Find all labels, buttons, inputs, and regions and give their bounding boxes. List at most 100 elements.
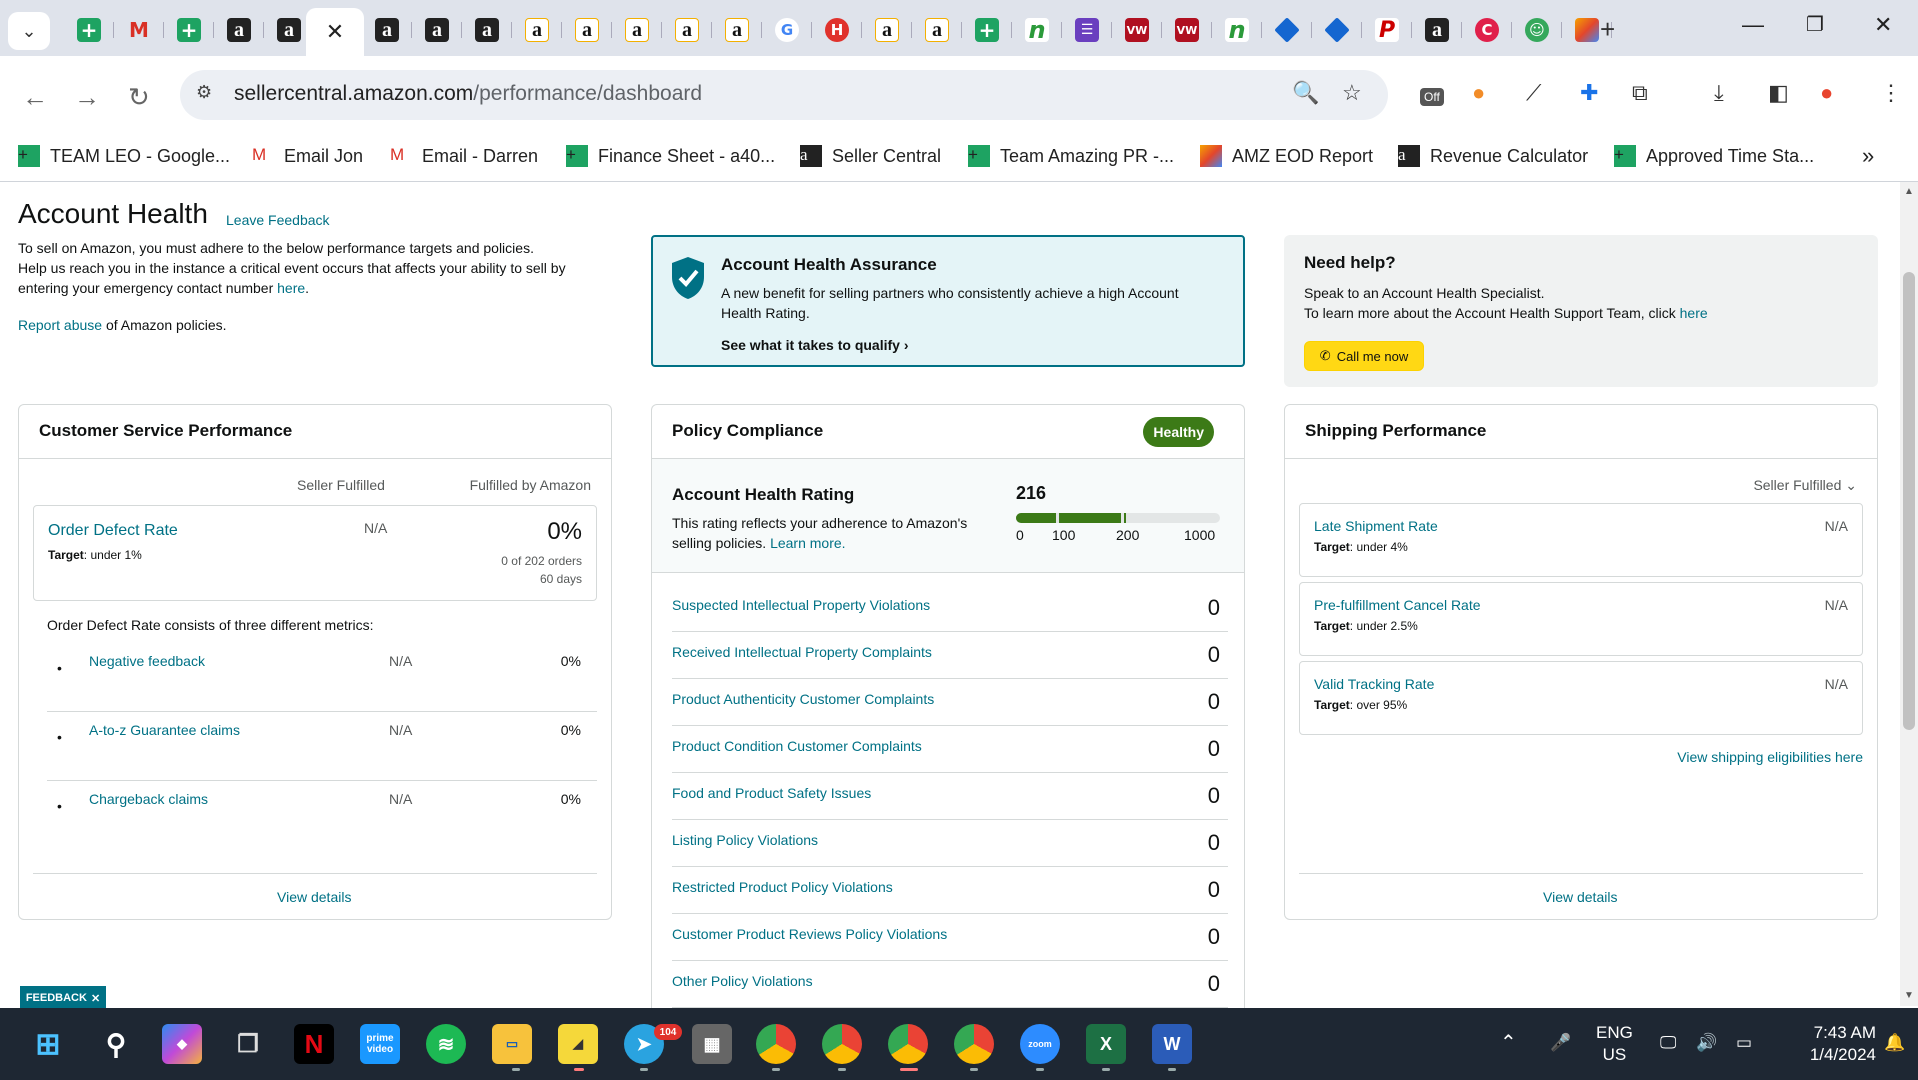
bookmark-star-icon[interactable]: ☆ bbox=[1342, 80, 1362, 106]
scroll-thumb[interactable] bbox=[1903, 272, 1915, 730]
learn-more-link[interactable]: Learn more. bbox=[770, 535, 845, 551]
task-view-icon[interactable]: ❐ bbox=[228, 1024, 268, 1064]
bookmark[interactable]: + Finance Sheet - a40... bbox=[566, 138, 775, 174]
site-info-icon[interactable]: ⚙ bbox=[196, 82, 212, 103]
tab[interactable]: n bbox=[1212, 12, 1262, 48]
battery-icon[interactable]: ▭ bbox=[1736, 1032, 1752, 1054]
qualify-link[interactable]: See what it takes to qualify › bbox=[721, 337, 909, 353]
metric-link[interactable]: Pre-fulfillment Cancel Rate bbox=[1314, 597, 1481, 613]
copilot-icon[interactable]: ◆ bbox=[162, 1024, 202, 1064]
metric-link[interactable]: Negative feedback bbox=[89, 653, 205, 669]
back-button[interactable]: ← bbox=[22, 82, 48, 113]
page-scrollbar[interactable]: ▲ ▼ bbox=[1900, 182, 1918, 1006]
tab[interactable]: + bbox=[64, 12, 114, 48]
microphone-icon[interactable]: 🎤 bbox=[1550, 1032, 1571, 1054]
bookmark[interactable]: a Seller Central bbox=[800, 138, 941, 174]
zoom-icon[interactable]: 🔍 bbox=[1292, 80, 1319, 106]
tab[interactable]: a bbox=[462, 12, 512, 48]
tab[interactable]: a bbox=[1412, 12, 1462, 48]
forward-button[interactable]: → bbox=[74, 82, 100, 113]
tab[interactable]: M bbox=[114, 12, 164, 48]
volume-icon[interactable]: 🔊 bbox=[1696, 1032, 1717, 1054]
active-tab[interactable]: ✕ bbox=[306, 8, 364, 56]
order-defect-rate-link[interactable]: Order Defect Rate bbox=[48, 522, 178, 540]
side-panel-icon[interactable]: ◧ bbox=[1768, 80, 1789, 106]
bookmark[interactable]: + TEAM LEO - Google... bbox=[18, 138, 230, 174]
shipping-eligibilities-link[interactable]: View shipping eligibilities here bbox=[1677, 749, 1863, 765]
report-abuse-link[interactable]: Report abuse bbox=[18, 317, 102, 333]
tab-search-button[interactable]: ⌄ bbox=[8, 12, 50, 50]
tab[interactable]: a bbox=[662, 12, 712, 48]
policy-link[interactable]: Suspected Intellectual Property Violatio… bbox=[672, 597, 930, 613]
chrome-icon[interactable] bbox=[822, 1024, 862, 1064]
tab[interactable]: H bbox=[812, 12, 862, 48]
network-icon[interactable]: 🖵 bbox=[1660, 1032, 1676, 1054]
puzzle-icon[interactable]: ⧉ bbox=[1632, 80, 1648, 106]
tab[interactable]: G bbox=[762, 12, 812, 48]
search-icon[interactable]: ⚲ bbox=[96, 1024, 136, 1064]
reload-button[interactable]: ↻ bbox=[128, 82, 150, 113]
scroll-down-icon[interactable]: ▼ bbox=[1904, 990, 1914, 1001]
tab[interactable]: ☺ bbox=[1512, 12, 1562, 48]
view-details-link[interactable]: View details bbox=[277, 889, 351, 905]
tab[interactable]: a bbox=[712, 12, 762, 48]
scroll-up-icon[interactable]: ▲ bbox=[1904, 186, 1914, 197]
minimize-button[interactable]: — bbox=[1742, 12, 1764, 38]
tab[interactable]: a bbox=[862, 12, 912, 48]
word-icon[interactable]: W bbox=[1152, 1024, 1192, 1064]
extension-off-badge[interactable]: Off bbox=[1420, 88, 1444, 106]
extension-icon[interactable]: ⟋ bbox=[1526, 80, 1541, 106]
tab[interactable]: VW bbox=[1112, 12, 1162, 48]
netflix-icon[interactable]: N bbox=[294, 1024, 334, 1064]
close-icon[interactable]: ✕ bbox=[326, 19, 344, 45]
prime-video-icon[interactable]: prime video bbox=[360, 1024, 400, 1064]
bookmark[interactable]: AMZ EOD Report bbox=[1200, 138, 1373, 174]
policy-link[interactable]: Food and Product Safety Issues bbox=[672, 785, 871, 801]
emergency-contact-link[interactable]: here bbox=[277, 280, 305, 296]
close-window-button[interactable]: ✕ bbox=[1874, 12, 1892, 38]
policy-link[interactable]: Product Authenticity Customer Complaints bbox=[672, 691, 934, 707]
tab[interactable]: + bbox=[164, 12, 214, 48]
metric-link[interactable]: Late Shipment Rate bbox=[1314, 518, 1438, 534]
support-team-link[interactable]: here bbox=[1680, 305, 1708, 321]
clock[interactable]: 7:43 AM 1/4/2024 bbox=[1780, 1022, 1876, 1066]
fulfillment-dropdown[interactable]: Seller Fulfilled ⌄ bbox=[1753, 477, 1857, 494]
notification-bell-icon[interactable]: 🔔 bbox=[1884, 1032, 1905, 1054]
policy-link[interactable]: Received Intellectual Property Complaint… bbox=[672, 644, 932, 660]
policy-link[interactable]: Product Condition Customer Complaints bbox=[672, 738, 922, 754]
tab[interactable]: n bbox=[1012, 12, 1062, 48]
bookmark[interactable]: M Email Jon bbox=[252, 138, 363, 174]
chrome-icon[interactable] bbox=[756, 1024, 796, 1064]
tab[interactable]: a bbox=[214, 12, 264, 48]
feedback-tab[interactable]: FEEDBACK ✕ bbox=[20, 986, 106, 1010]
spotify-icon[interactable]: ≋ bbox=[426, 1024, 466, 1064]
calculator-icon[interactable]: ▦ bbox=[692, 1024, 732, 1064]
bookmarks-overflow-button[interactable]: » bbox=[1862, 138, 1874, 174]
tab[interactable] bbox=[1312, 12, 1362, 48]
excel-icon[interactable]: X bbox=[1086, 1024, 1126, 1064]
bookmark[interactable]: a Revenue Calculator bbox=[1398, 138, 1588, 174]
download-icon[interactable]: ⤓ bbox=[1714, 80, 1724, 106]
close-icon[interactable]: ✕ bbox=[91, 992, 100, 1005]
restore-button[interactable]: ❐ bbox=[1806, 12, 1824, 37]
tab[interactable]: + bbox=[962, 12, 1012, 48]
zoom-icon[interactable]: zoom bbox=[1020, 1024, 1060, 1064]
extension-icon[interactable]: ● bbox=[1472, 80, 1485, 106]
file-explorer-icon[interactable]: ▭ bbox=[492, 1024, 532, 1064]
bookmark[interactable]: M Email - Darren bbox=[390, 138, 538, 174]
policy-link[interactable]: Listing Policy Violations bbox=[672, 832, 818, 848]
url-text[interactable]: sellercentral.amazon.com/performance/das… bbox=[234, 82, 702, 106]
view-details-link[interactable]: View details bbox=[1543, 889, 1617, 905]
metric-link[interactable]: Valid Tracking Rate bbox=[1314, 676, 1434, 692]
avatar[interactable]: ● bbox=[1820, 80, 1833, 106]
chrome-icon[interactable] bbox=[954, 1024, 994, 1064]
new-tab-button[interactable]: + bbox=[1600, 14, 1615, 45]
sticky-notes-icon[interactable]: ◢ bbox=[558, 1024, 598, 1064]
policy-link[interactable]: Other Policy Violations bbox=[672, 973, 813, 989]
bookmark[interactable]: + Team Amazing PR -... bbox=[968, 138, 1174, 174]
tab[interactable]: P bbox=[1362, 12, 1412, 48]
tab[interactable]: a bbox=[912, 12, 962, 48]
policy-link[interactable]: Customer Product Reviews Policy Violatio… bbox=[672, 926, 947, 942]
menu-icon[interactable]: ⋮ bbox=[1880, 80, 1902, 106]
start-icon[interactable]: ⊞ bbox=[28, 1024, 68, 1064]
